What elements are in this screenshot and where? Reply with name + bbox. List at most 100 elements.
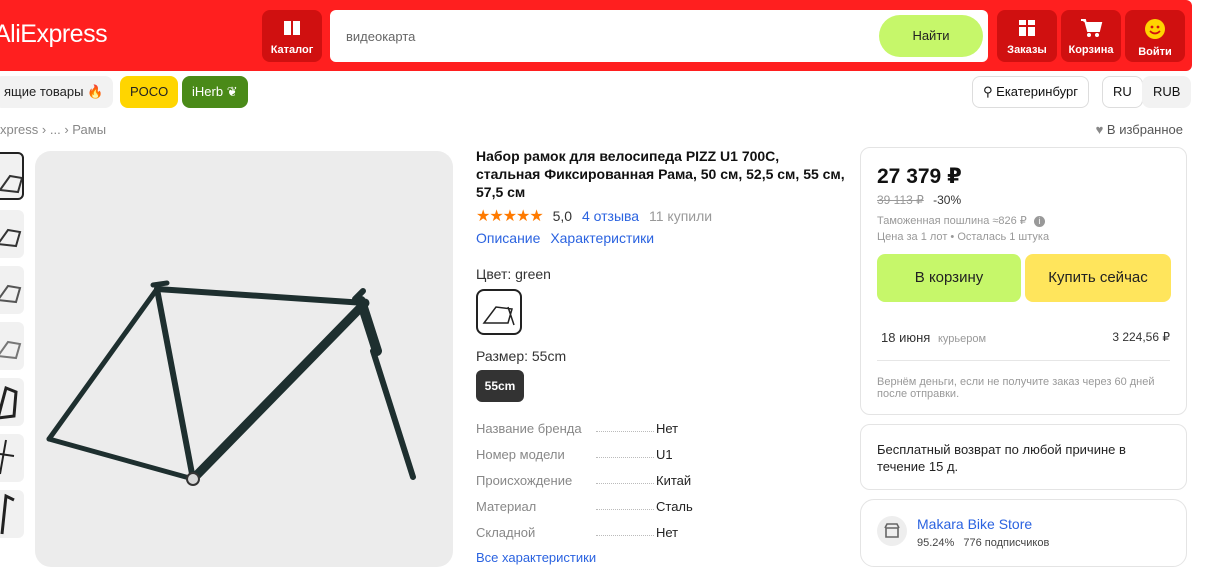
old-price: 39 113 ₽ xyxy=(877,193,924,207)
thumbnail[interactable] xyxy=(0,322,24,370)
search-box: видеокарта Найти xyxy=(330,10,988,62)
chip-hot-label: ящие товары xyxy=(4,84,84,99)
orders-button[interactable]: Заказы xyxy=(997,10,1057,62)
info-icon[interactable]: i xyxy=(1033,216,1045,227)
store-subscribers: 776 подписчиков xyxy=(963,537,1050,549)
orders-label: Заказы xyxy=(1007,44,1047,56)
thumbnail[interactable] xyxy=(0,266,24,314)
store-card[interactable]: Makara Bike Store 95.24% 776 подписчиков xyxy=(860,499,1187,567)
favorites-label: В избранное xyxy=(1106,122,1183,137)
spec-row: Происхождение Китай xyxy=(476,473,756,489)
thumbnail[interactable] xyxy=(0,378,24,426)
frame-thumbnail-icon xyxy=(482,306,515,326)
spec-key: Складной xyxy=(476,525,536,540)
buy-box: 27 379 ₽ 39 113 ₽ -30% Таможенная пошлин… xyxy=(860,147,1187,415)
color-label: Цвет: green xyxy=(476,266,551,282)
spec-value: Нет xyxy=(656,525,679,540)
catalog-label: Каталог xyxy=(270,44,314,56)
duty-text: Таможенная пошлина ≈826 ₽ xyxy=(877,215,1027,227)
chip-iherb-label: iHerb xyxy=(192,84,224,99)
divider xyxy=(877,360,1170,361)
product-image[interactable] xyxy=(35,151,453,567)
box-icon xyxy=(1019,20,1035,36)
logo[interactable]: AliExpress xyxy=(0,20,108,49)
spec-value: Сталь xyxy=(656,499,693,514)
returns-card[interactable]: Бесплатный возврат по любой причине в те… xyxy=(860,424,1187,490)
lot-info: Цена за 1 лот • Осталась 1 штука xyxy=(877,231,1050,243)
thumbnail[interactable] xyxy=(0,152,24,200)
delivery-date: 18 июня xyxy=(881,330,931,345)
header-bar: AliExpress Каталог видеокарта Найти Зака… xyxy=(0,0,1192,71)
star-rating-icon: ★★★★★ xyxy=(476,208,544,225)
money-back-guarantee: Вернём деньги, если не получите заказ че… xyxy=(877,376,1155,400)
chip-iherb[interactable]: iHerb ❦ xyxy=(182,76,248,108)
thumbnail[interactable] xyxy=(0,434,24,482)
product-title: Набор рамок для велосипеда PIZZ U1 700C,… xyxy=(476,148,845,200)
buy-now-button[interactable]: Купить сейчас xyxy=(1025,254,1171,302)
breadcrumb-root[interactable]: xpress xyxy=(0,122,38,137)
location-pin-icon: ⚲ xyxy=(983,84,993,99)
breadcrumb: xpress › ... › Рамы xyxy=(0,122,106,137)
leaf-icon: ❦ xyxy=(226,84,238,99)
old-price-row: 39 113 ₽ -30% xyxy=(877,193,961,207)
city-label: Екатеринбург xyxy=(996,84,1078,99)
spec-key: Номер модели xyxy=(476,447,565,462)
spec-value: Китай xyxy=(656,473,692,488)
spec-key: Название бренда xyxy=(476,421,582,436)
thumbnail[interactable] xyxy=(0,490,24,538)
cart-label: Корзина xyxy=(1068,44,1114,56)
catalog-button[interactable]: Каталог xyxy=(262,10,322,62)
city-selector[interactable]: ⚲ Екатеринбург xyxy=(972,76,1089,108)
breadcrumb-current[interactable]: Рамы xyxy=(72,122,106,137)
spec-key: Материал xyxy=(476,499,537,514)
returns-text: Бесплатный возврат по любой причине в те… xyxy=(877,442,1126,474)
spec-row: Складной Нет xyxy=(476,525,756,541)
tab-description[interactable]: Описание xyxy=(476,230,540,246)
all-specs-link[interactable]: Все характеристики xyxy=(476,550,596,565)
price: 27 379 ₽ xyxy=(877,165,962,188)
chip-poco[interactable]: POCO xyxy=(120,76,179,108)
spec-row: Номер модели U1 xyxy=(476,447,756,463)
search-input[interactable]: видеокарта xyxy=(346,29,415,44)
reviews-link[interactable]: 4 отзыва xyxy=(582,208,639,224)
add-to-favorites[interactable]: ♥ В избранное xyxy=(1096,122,1183,137)
spec-value: U1 xyxy=(656,447,673,462)
size-option-55cm[interactable]: 55cm xyxy=(476,370,524,402)
color-option-green[interactable] xyxy=(476,289,522,335)
delivery-info: 18 июня курьером xyxy=(881,330,986,345)
duty-info: Таможенная пошлина ≈826 ₽ i xyxy=(877,214,1045,227)
add-to-cart-button[interactable]: В корзину xyxy=(877,254,1021,302)
sold-count: 11 купили xyxy=(648,208,713,224)
store-stats: 95.24% 776 подписчиков xyxy=(917,537,1049,549)
store-name[interactable]: Makara Bike Store xyxy=(917,516,1032,532)
language-selector[interactable]: RU xyxy=(1102,76,1143,108)
currency-selector[interactable]: RUB xyxy=(1142,76,1192,108)
product-tabs: Описание Характеристики xyxy=(476,230,654,246)
search-button[interactable]: Найти xyxy=(879,15,983,57)
cart-button[interactable]: Корзина xyxy=(1061,10,1121,62)
spec-value: Нет xyxy=(656,421,679,436)
spec-row: Название бренда Нет xyxy=(476,421,756,437)
tab-specs[interactable]: Характеристики xyxy=(550,230,654,246)
login-button[interactable]: Войти xyxy=(1125,10,1185,62)
book-icon xyxy=(284,21,300,35)
spec-row: Материал Сталь xyxy=(476,499,756,515)
discount-badge: -30% xyxy=(933,193,962,207)
spec-key: Происхождение xyxy=(476,473,573,488)
rating-row: ★★★★★ 5,0 4 отзыва 11 купили xyxy=(476,206,712,226)
breadcrumb-ellipsis[interactable]: ... xyxy=(50,122,61,137)
login-label: Войти xyxy=(1138,46,1172,58)
store-icon xyxy=(877,516,907,546)
heart-icon: ♥ xyxy=(1095,122,1104,137)
store-rating: 95.24% xyxy=(917,537,955,549)
cart-icon xyxy=(1081,19,1103,37)
size-label: Размер: 55cm xyxy=(476,348,567,364)
thumbnail[interactable] xyxy=(0,210,24,258)
chip-hot-deals[interactable]: ящие товары 🔥 xyxy=(0,76,114,108)
fire-icon: 🔥 xyxy=(87,84,104,99)
bike-frame-illustration xyxy=(46,280,416,486)
smiley-icon xyxy=(1145,19,1165,39)
delivery-price: 3 224,56 ₽ xyxy=(1112,330,1170,344)
chevron-right-icon: › xyxy=(41,122,50,137)
delivery-type: курьером xyxy=(937,333,987,345)
